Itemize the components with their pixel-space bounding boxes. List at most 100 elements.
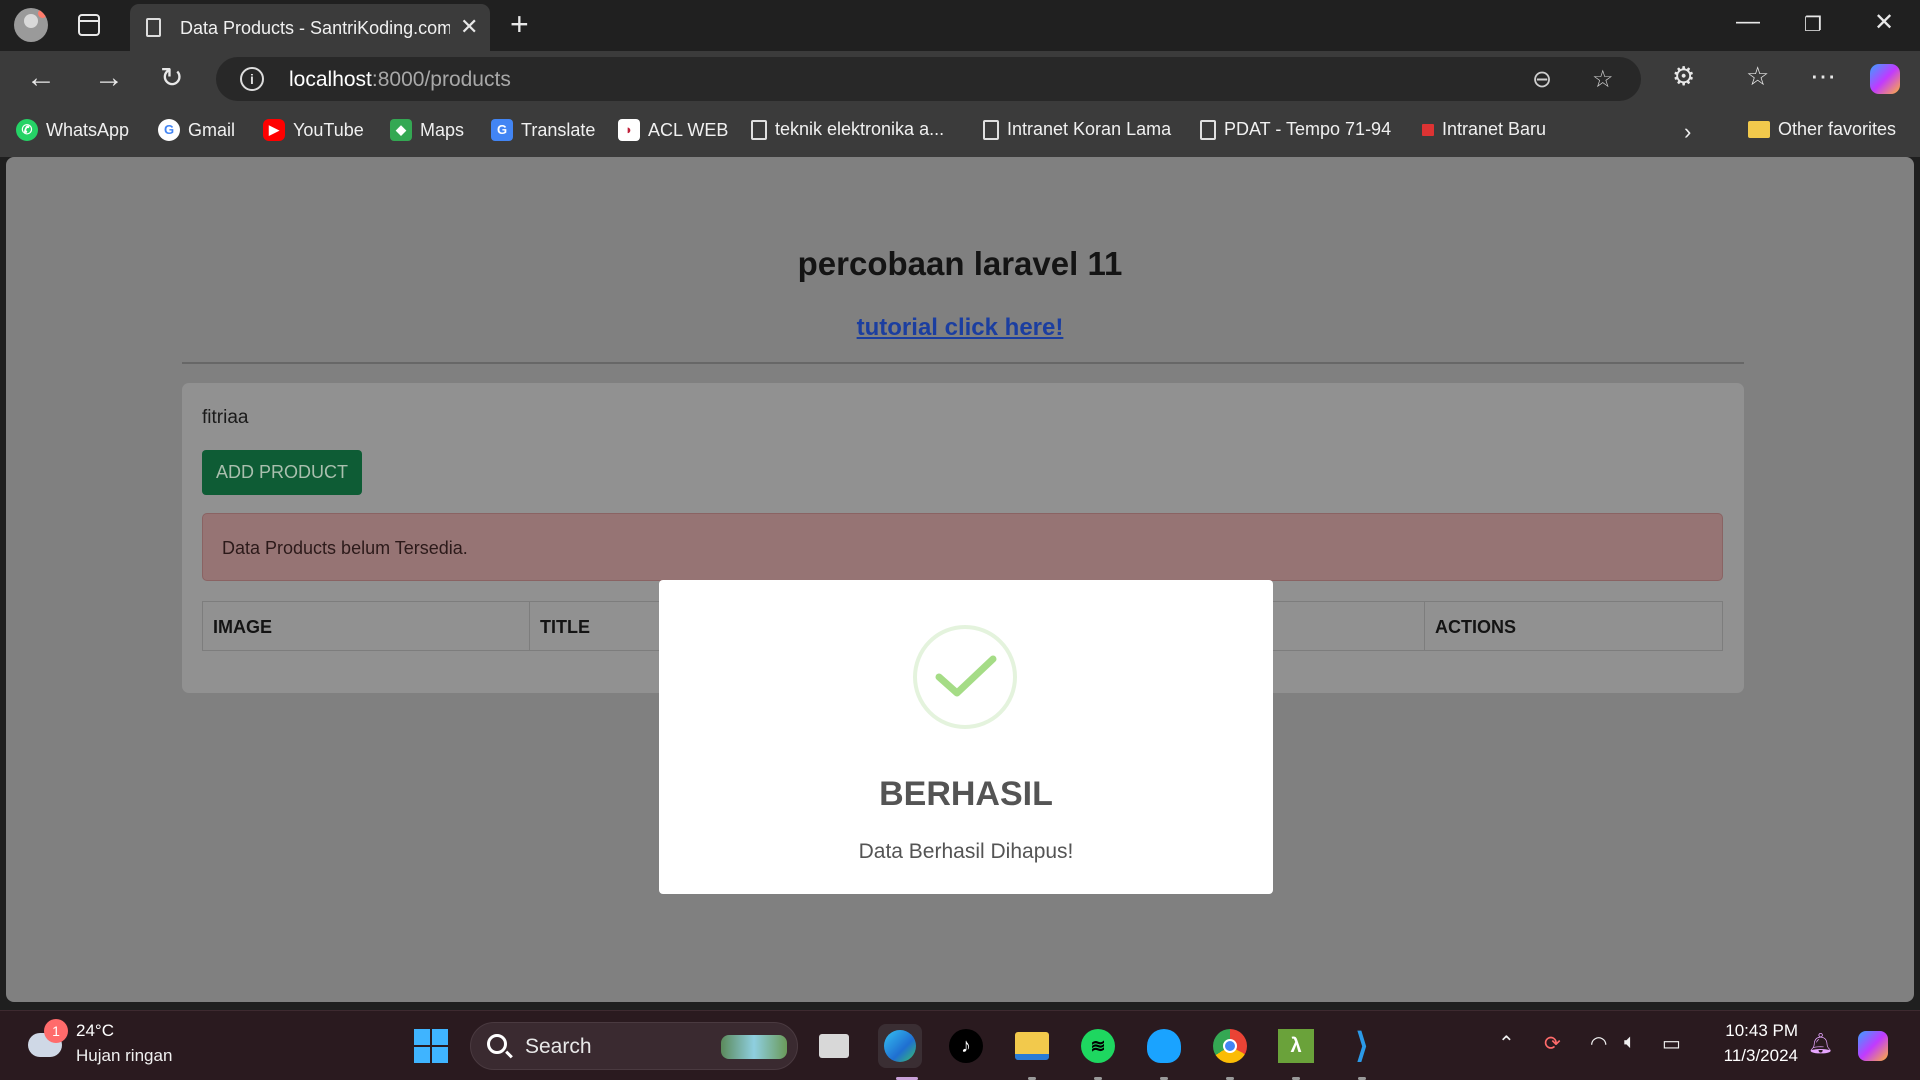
extensions-icon[interactable]: ⚙ — [1672, 61, 1695, 92]
bookmark-label: YouTube — [293, 119, 364, 140]
browser-toolbar: ← → ↻ i localhost:8000/products ⊖ ☆ ⚙ ☆ … — [0, 51, 1920, 107]
tab-title: Data Products - SantriKoding.com — [180, 18, 450, 38]
favorite-star-icon[interactable]: ☆ — [1592, 65, 1614, 94]
chevron-up-icon[interactable]: ⌃ — [1498, 1031, 1515, 1056]
bookmark-label: PDAT - Tempo 71-94 — [1224, 119, 1392, 139]
new-tab-icon[interactable]: + — [510, 6, 529, 43]
weather-temperature[interactable]: 24°C — [76, 1021, 114, 1041]
bookmark-intranet-koran[interactable]: Intranet Koran Lama — [983, 119, 1171, 140]
column-header-image: IMAGE — [203, 602, 530, 650]
google-icon: G — [158, 119, 180, 141]
reload-icon[interactable]: ↻ — [160, 61, 183, 94]
sync-icon[interactable]: ⟳ — [1544, 1031, 1561, 1056]
page-icon — [1200, 119, 1216, 140]
bookmarks-bar: ✆ WhatsApp G Gmail ▶ YouTube ◆ Maps G Transla… — [0, 107, 1920, 157]
close-tab-icon[interactable]: ✕ — [460, 14, 478, 40]
browser-titlebar: Data Products - SantriKoding.com ✕ + — ❐… — [0, 0, 1920, 51]
address-bar[interactable]: i localhost:8000/products ⊖ ☆ — [216, 57, 1641, 101]
empty-alert: Data Products belum Tersedia. — [202, 513, 1723, 581]
battery-icon[interactable]: ▭ — [1662, 1031, 1681, 1056]
page-viewport: percobaan laravel 11 tutorial click here… — [6, 157, 1914, 1002]
zoom-icon[interactable]: ⊖ — [1532, 65, 1552, 94]
back-icon[interactable]: ← — [26, 61, 56, 95]
bookmark-label: Maps — [420, 119, 465, 140]
bookmark-translate[interactable]: G Translate — [491, 119, 595, 141]
favorites-icon[interactable]: ☆ — [1746, 61, 1769, 92]
xampp-app-icon[interactable]: λ — [1274, 1024, 1318, 1068]
page-icon — [983, 119, 999, 140]
column-header-actions: ACTIONS — [1435, 617, 1516, 637]
restore-icon[interactable]: ❐ — [1804, 12, 1822, 37]
notification-dot — [38, 9, 47, 18]
forward-icon[interactable]: → — [94, 61, 124, 95]
site-info-icon[interactable]: i — [240, 67, 264, 91]
modal-title: BERHASIL — [879, 775, 1053, 813]
maps-icon: ◆ — [390, 119, 412, 141]
start-windows-icon[interactable] — [414, 1029, 448, 1063]
bookmark-maps[interactable]: ◆ Maps — [390, 119, 464, 141]
url-text[interactable]: localhost:8000/products — [289, 68, 511, 92]
chrome-app-icon[interactable] — [1208, 1024, 1252, 1068]
close-window-icon[interactable]: ✕ — [1874, 8, 1894, 37]
volume-icon[interactable]: 🔈︎ — [1624, 1031, 1636, 1054]
clock-time[interactable]: 10:43 PM — [1718, 1021, 1798, 1041]
notification-bell-icon[interactable]: 🔔︎ — [1808, 1031, 1833, 1056]
bookmark-teknik[interactable]: teknik elektronika a... — [751, 119, 944, 140]
page-icon — [146, 18, 161, 37]
chevron-right-icon[interactable]: › — [1684, 119, 1691, 145]
vscode-app-icon[interactable]: ⟩ — [1340, 1024, 1384, 1068]
translate-icon: G — [491, 119, 513, 141]
search-highlight-image — [721, 1035, 787, 1059]
edge-app-icon[interactable] — [878, 1024, 922, 1068]
windows-taskbar: 1 24°C Hujan ringan Search ♪ ≋ λ ⟩ ⌃ ⟳ ◠… — [0, 1010, 1920, 1080]
folder-icon — [1748, 121, 1770, 138]
copilot-taskbar-icon[interactable] — [1858, 1031, 1888, 1061]
bookmark-label: Translate — [521, 119, 596, 140]
tutorial-link[interactable]: tutorial click here! — [6, 314, 1914, 342]
username-text: fitriaa — [202, 407, 249, 428]
bookmark-label: Intranet Koran Lama — [1007, 119, 1172, 139]
bookmark-intranet-baru[interactable]: Intranet Baru — [1422, 119, 1546, 140]
file-explorer-icon[interactable] — [1010, 1024, 1054, 1068]
copilot-icon[interactable] — [1870, 64, 1900, 94]
tiktok-app-icon[interactable]: ♪ — [944, 1024, 988, 1068]
wifi-icon[interactable]: ◠ — [1590, 1031, 1607, 1056]
bookmark-acl-web[interactable]: ◗ ACL WEB — [618, 119, 728, 141]
search-icon — [487, 1034, 507, 1054]
weather-description[interactable]: Hujan ringan — [76, 1046, 172, 1066]
weather-badge: 1 — [44, 1019, 68, 1043]
profile-avatar[interactable] — [14, 8, 48, 42]
bookmark-label: WhatsApp — [46, 119, 130, 140]
tab-actions-icon[interactable] — [78, 14, 100, 36]
bluetooth-app-icon[interactable] — [1142, 1024, 1186, 1068]
intranet-icon — [1422, 123, 1434, 136]
search-label: Search — [525, 1035, 592, 1058]
browser-tab-active[interactable]: Data Products - SantriKoding.com ✕ — [130, 4, 490, 51]
bookmark-youtube[interactable]: ▶ YouTube — [263, 119, 364, 141]
bookmark-label: Intranet Baru — [1442, 119, 1547, 139]
bookmark-gmail[interactable]: G Gmail — [158, 119, 235, 141]
page-icon — [751, 119, 767, 140]
bookmark-pdat[interactable]: PDAT - Tempo 71-94 — [1200, 119, 1391, 140]
whatsapp-icon: ✆ — [16, 119, 38, 141]
bookmark-label: teknik elektronika a... — [775, 119, 945, 139]
minimize-icon[interactable]: — — [1736, 8, 1760, 36]
more-menu-icon[interactable]: ⋯ — [1810, 61, 1836, 92]
taskbar-search[interactable]: Search — [470, 1022, 798, 1070]
youtube-icon: ▶ — [263, 119, 285, 141]
bookmark-other-favorites[interactable]: Other favorites — [1748, 119, 1896, 140]
success-modal: BERHASIL Data Berhasil Dihapus! — [659, 580, 1273, 894]
add-product-button[interactable]: ADD PRODUCT — [202, 450, 362, 495]
bookmark-whatsapp[interactable]: ✆ WhatsApp — [16, 119, 129, 141]
clock-date[interactable]: 11/3/2024 — [1708, 1046, 1798, 1066]
modal-message: Data Berhasil Dihapus! — [858, 840, 1074, 863]
task-view-icon[interactable] — [812, 1024, 856, 1068]
divider — [182, 362, 1744, 364]
spotify-app-icon[interactable]: ≋ — [1076, 1024, 1120, 1068]
page-heading: percobaan laravel 11 — [797, 245, 1123, 282]
bookmark-label: Other favorites — [1778, 119, 1897, 139]
alert-text: Data Products belum Tersedia. — [222, 538, 468, 558]
success-check-icon — [913, 625, 1017, 729]
bookmark-label: ACL WEB — [648, 119, 729, 140]
acl-icon: ◗ — [618, 119, 640, 141]
